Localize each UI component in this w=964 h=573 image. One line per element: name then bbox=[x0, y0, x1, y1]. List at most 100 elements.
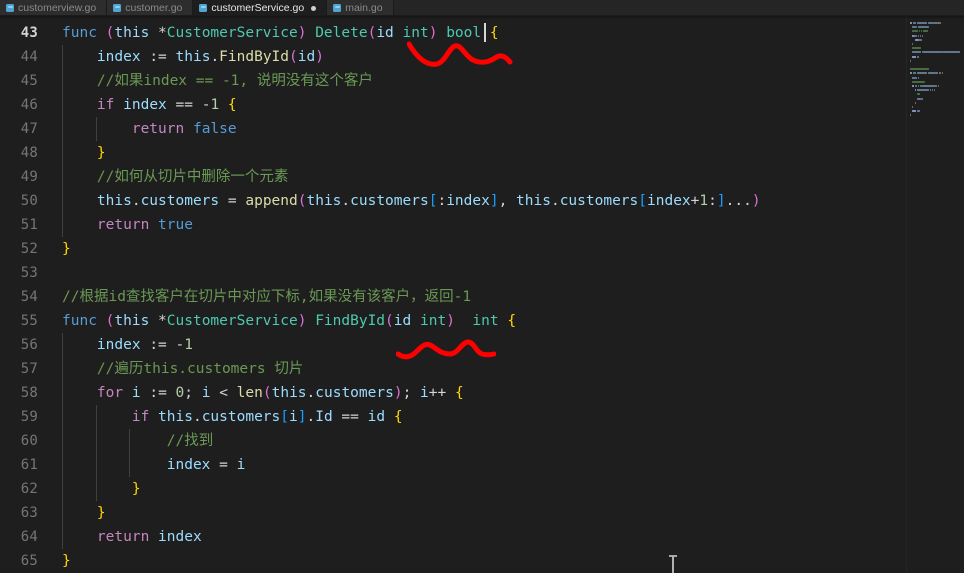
line-number[interactable]: 58 bbox=[0, 381, 52, 405]
minimap-line-segment bbox=[927, 22, 934, 24]
code-line[interactable]: func (this *CustomerService) Delete(id i… bbox=[52, 21, 964, 45]
code-line[interactable]: } bbox=[52, 237, 964, 261]
go-file-icon bbox=[333, 4, 342, 12]
indent-guide bbox=[95, 117, 97, 141]
code-line[interactable]: index := -1 bbox=[52, 333, 964, 357]
tab-customerservice-go[interactable]: customerService.go bbox=[193, 0, 328, 15]
code-line[interactable]: return false bbox=[52, 117, 964, 141]
tab-customerview-go[interactable]: customerview.go bbox=[0, 0, 108, 15]
line-number[interactable]: 61 bbox=[0, 453, 52, 477]
line-number[interactable]: 60 bbox=[0, 429, 52, 453]
minimap-line-segment bbox=[910, 114, 911, 117]
code-content-area[interactable]: func (this *CustomerService) Delete(id i… bbox=[52, 16, 964, 573]
minimap-border bbox=[906, 16, 907, 573]
minimap-line-segment bbox=[913, 22, 917, 24]
minimap-line-segment bbox=[912, 106, 914, 108]
line-number[interactable]: 45 bbox=[0, 69, 52, 93]
unsaved-changes-dot-icon[interactable] bbox=[311, 5, 317, 11]
minimap-line-segment bbox=[916, 22, 928, 24]
line-number[interactable]: 56 bbox=[0, 333, 52, 357]
line-number[interactable]: 51 bbox=[0, 213, 52, 237]
line-number[interactable]: 63 bbox=[0, 501, 52, 525]
line-number[interactable]: 48 bbox=[0, 141, 52, 165]
code-line[interactable] bbox=[52, 261, 964, 285]
line-number[interactable]: 49 bbox=[0, 165, 52, 189]
minimap-line-segment bbox=[923, 51, 942, 54]
line-number[interactable]: 52 bbox=[0, 237, 52, 261]
code-line[interactable]: } bbox=[52, 549, 964, 573]
line-number[interactable]: 47 bbox=[0, 117, 52, 141]
line-number[interactable]: 53 bbox=[0, 261, 52, 285]
minimap-line-segment bbox=[922, 85, 935, 87]
indent-guide bbox=[62, 477, 63, 501]
indent-guide bbox=[62, 45, 63, 69]
minimap-line-segment bbox=[916, 89, 930, 92]
minimap-line-segment bbox=[912, 43, 914, 45]
code-line[interactable]: //根据id查找客户在切片中对应下标,如果没有该客户，返回-1 bbox=[52, 285, 964, 309]
code-line[interactable]: } bbox=[52, 477, 964, 501]
editor-minimap[interactable] bbox=[906, 16, 964, 573]
indent-guide bbox=[62, 357, 63, 381]
minimap-line-segment bbox=[912, 76, 916, 79]
indent-guide bbox=[129, 453, 131, 477]
line-number[interactable]: 57 bbox=[0, 357, 52, 381]
minimap-line-segment bbox=[910, 72, 913, 75]
minimap-line-segment bbox=[931, 89, 933, 92]
line-number[interactable]: 44 bbox=[0, 45, 52, 69]
code-line[interactable]: //如何从切片中删除一个元素 bbox=[52, 165, 964, 189]
tab-label: customerService.go bbox=[211, 2, 305, 14]
minimap-line-segment bbox=[912, 47, 922, 50]
line-number[interactable]: 65 bbox=[0, 549, 52, 573]
indent-guide bbox=[62, 189, 63, 213]
line-number[interactable]: 59 bbox=[0, 405, 52, 429]
code-editor[interactable]: 43 44 45 46 47 48 49 50 51 52 53 54 55 56 57 58 59 60 61 62… bbox=[0, 16, 964, 573]
line-number[interactable]: 46 bbox=[0, 93, 52, 117]
code-line[interactable]: //遍历this.customers 切片 bbox=[52, 357, 964, 381]
indent-guide bbox=[62, 93, 63, 117]
line-number[interactable]: 64 bbox=[0, 525, 52, 549]
indent-guide bbox=[62, 429, 63, 453]
tab-customer-go[interactable]: customer.go bbox=[107, 0, 194, 15]
minimap-line-segment bbox=[935, 72, 938, 75]
tab-label: customerview.go bbox=[18, 2, 97, 14]
code-line[interactable]: func (this *CustomerService) FindById(id… bbox=[52, 309, 964, 333]
code-line[interactable]: //找到 bbox=[52, 429, 964, 453]
code-line[interactable]: } bbox=[52, 141, 964, 165]
minimap-line-segment bbox=[939, 72, 941, 75]
line-number[interactable]: 43 bbox=[0, 21, 52, 45]
indent-guide bbox=[95, 453, 97, 477]
go-file-icon bbox=[113, 4, 122, 12]
minimap-line-segment bbox=[913, 72, 917, 75]
code-line[interactable]: return index bbox=[52, 525, 964, 549]
indent-guide bbox=[62, 333, 63, 357]
minimap-line-segment bbox=[910, 22, 913, 24]
editor-tab-bar: customerview.go customer.go customerServ… bbox=[0, 0, 964, 16]
minimap-line-segment bbox=[916, 72, 928, 75]
minimap-line-segment bbox=[912, 51, 922, 54]
code-line[interactable]: } bbox=[52, 501, 964, 525]
code-line[interactable]: //如果index == -1, 说明没有这个客户 bbox=[52, 69, 964, 93]
minimap-line-segment bbox=[929, 89, 932, 92]
minimap-line-segment bbox=[914, 101, 916, 104]
line-number[interactable]: 55 bbox=[0, 309, 52, 333]
indent-guide bbox=[62, 141, 63, 165]
code-line[interactable]: this.customers = append(this.customers[:… bbox=[52, 189, 964, 213]
indent-guide bbox=[62, 453, 63, 477]
line-number[interactable]: 50 bbox=[0, 189, 52, 213]
code-line[interactable]: index = i bbox=[52, 453, 964, 477]
indent-guide bbox=[62, 69, 63, 93]
tab-main-go[interactable]: main.go bbox=[327, 0, 394, 15]
code-line[interactable]: if this.customers[i].Id == id { bbox=[52, 405, 964, 429]
line-number[interactable]: 62 bbox=[0, 477, 52, 501]
line-number[interactable]: 54 bbox=[0, 285, 52, 309]
minimap-line-segment bbox=[910, 59, 911, 62]
minimap-line-segment bbox=[921, 34, 923, 37]
indent-guide bbox=[95, 429, 97, 453]
code-line[interactable]: index := this.FindById(id) bbox=[52, 45, 964, 69]
line-number-gutter: 43 44 45 46 47 48 49 50 51 52 53 54 55 56 57 58 59 60 61 62… bbox=[0, 16, 52, 573]
code-line[interactable]: if index == -1 { bbox=[52, 93, 964, 117]
code-line[interactable]: return true bbox=[52, 213, 964, 237]
indent-guide bbox=[62, 381, 63, 405]
minimap-line-segment bbox=[918, 30, 920, 33]
code-line[interactable]: for i := 0; i < len(this.customers); i++… bbox=[52, 381, 964, 405]
